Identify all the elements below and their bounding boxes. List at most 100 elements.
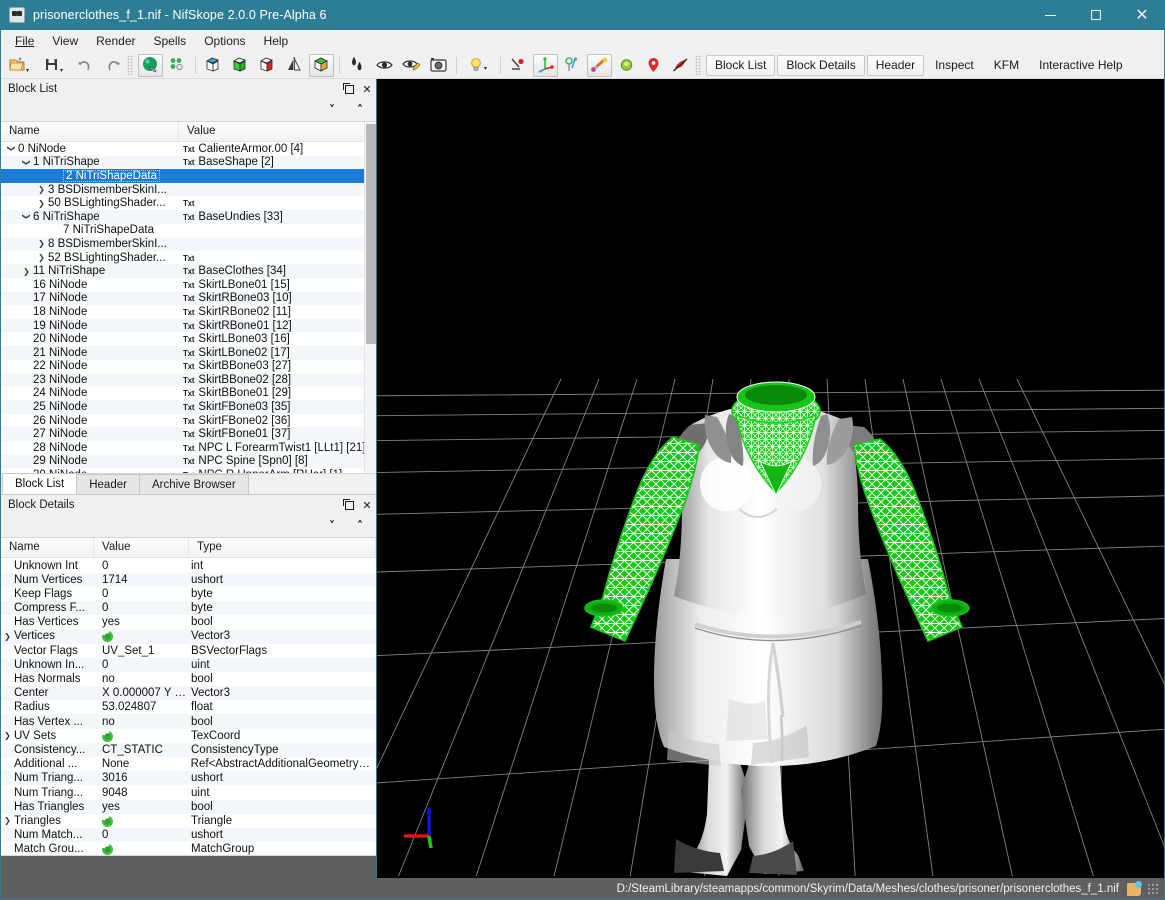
block-list-scrollbar[interactable]: [364, 122, 376, 474]
save-file-icon[interactable]: [38, 54, 71, 77]
block-list-float-button[interactable]: [340, 80, 358, 98]
collapse-all-icon[interactable]: ˄: [352, 102, 368, 118]
block-list-row[interactable]: 21 NiNode Txt SkirtLBone02 [17]: [1, 345, 376, 360]
chevron-right-icon[interactable]: ❯: [35, 199, 48, 208]
hide-furniture-icon[interactable]: [668, 54, 693, 77]
opengl-canvas[interactable]: [377, 79, 1165, 878]
panel-toggle-header[interactable]: Header: [866, 54, 925, 76]
view-side-icon[interactable]: [255, 54, 280, 77]
block-details-row[interactable]: Num Vertices 1714 ushort: [1, 572, 376, 587]
block-details-row[interactable]: Unknown In... 0 uint: [1, 657, 376, 672]
block-list-row[interactable]: ❯ 6 NiTriShape Txt BaseUndies [33]: [1, 209, 376, 224]
panel-toggle-interactive-help[interactable]: Interactive Help: [1030, 55, 1131, 76]
lighting-icon[interactable]: [462, 54, 495, 77]
show-collision-icon[interactable]: [506, 54, 531, 77]
chevron-right-icon[interactable]: ❯: [20, 267, 33, 276]
block-list-row[interactable]: ❯ 1 NiTriShape Txt BaseShape [2]: [1, 155, 376, 170]
panel-toggle-block-list[interactable]: Block List: [706, 54, 776, 76]
block-details-close-button[interactable]: ✕: [358, 496, 376, 514]
block-details-row[interactable]: Additional ... None Ref<AbstractAdditional…: [1, 757, 376, 771]
view-flip-icon[interactable]: [282, 54, 307, 77]
block-list-row[interactable]: ❯ 3 BSDismemberSkinI...: [1, 182, 376, 197]
block-details-row[interactable]: Center X 0.000007 Y 1.5...Vector3: [1, 686, 376, 701]
block-list-row[interactable]: 28 NiNode Txt NPC L ForearmTwist1 [LLt1] […: [1, 441, 376, 455]
block-details-row[interactable]: Num Match... 0 ushort: [1, 827, 376, 843]
refresh-icon[interactable]: [102, 730, 113, 742]
chevron-right-icon[interactable]: ❯: [35, 253, 48, 262]
open-file-icon[interactable]: [3, 54, 36, 77]
menu-file[interactable]: File: [6, 31, 43, 51]
file-loaded-icon[interactable]: [1127, 880, 1142, 896]
block-list-row[interactable]: ❯ 0 NiNode Txt CalienteArmor.00 [4]: [1, 142, 376, 156]
menu-help[interactable]: Help: [255, 31, 298, 51]
show-havok-icon[interactable]: [614, 54, 639, 77]
block-details-row[interactable]: ❯ Triangles Triangle: [1, 814, 376, 828]
resize-grip-icon[interactable]: [1147, 883, 1159, 895]
block-details-row[interactable]: Has Normals no bool: [1, 672, 376, 686]
block-list-tree[interactable]: Name Value ❯ 0 NiNode Txt CalienteArmor.00 …: [0, 121, 376, 475]
block-list-row[interactable]: 27 NiNode Txt SkirtFBone01 [37]: [1, 427, 376, 442]
chevron-right-icon[interactable]: ❯: [35, 185, 48, 194]
block-details-table[interactable]: Name Value Type Unknown Int 0 int Num Verti…: [0, 537, 376, 856]
block-list-row[interactable]: 16 NiNode Txt SkirtLBone01 [15]: [1, 278, 376, 292]
block-list-row[interactable]: 18 NiNode Txt SkirtRBone02 [11]: [1, 305, 376, 319]
block-details-col-value[interactable]: Value: [94, 538, 189, 558]
chevron-down-icon[interactable]: ❯: [22, 156, 31, 168]
block-list-col-value[interactable]: Value: [179, 122, 376, 141]
refresh-icon[interactable]: [102, 631, 113, 643]
block-list-row[interactable]: 7 NiTriShapeData: [1, 224, 376, 238]
block-details-col-type[interactable]: Type: [189, 538, 376, 558]
block-list-row[interactable]: 22 NiNode Txt SkirtBBone03 [27]: [1, 360, 376, 374]
chevron-down-icon[interactable]: ❯: [7, 143, 16, 155]
block-list-rows[interactable]: ❯ 0 NiNode Txt CalienteArmor.00 [4] ❯ 1 NiTri…: [1, 142, 376, 473]
maximize-button[interactable]: [1073, 0, 1119, 30]
show-vertices-icon[interactable]: [165, 54, 190, 77]
toolbar-grip[interactable]: [127, 55, 134, 75]
block-details-row[interactable]: Has Vertices yes bool: [1, 615, 376, 629]
menu-view[interactable]: View: [43, 31, 87, 51]
chevron-right-icon[interactable]: ❯: [1, 816, 14, 825]
collapse-all-icon[interactable]: ˄: [352, 518, 368, 534]
view-user-icon[interactable]: [309, 53, 334, 77]
show-nodes-icon[interactable]: [587, 53, 612, 77]
show-constraints-icon[interactable]: [560, 54, 585, 77]
screenshot-icon[interactable]: [426, 54, 451, 77]
walk-icon[interactable]: [345, 54, 370, 77]
block-details-row[interactable]: ❯ Vertices Vector3: [1, 629, 376, 644]
block-details-row[interactable]: Radius 53.024807 float: [1, 700, 376, 714]
view-front-icon[interactable]: [228, 54, 253, 77]
tab-archive-browser[interactable]: Archive Browser: [138, 474, 249, 495]
refresh-icon[interactable]: [102, 844, 113, 855]
chevron-right-icon[interactable]: ❯: [1, 632, 14, 641]
block-list-row[interactable]: 24 NiNode Txt SkirtBBone01 [29]: [1, 387, 376, 401]
expand-all-icon[interactable]: ˅: [324, 102, 340, 118]
block-details-row[interactable]: Consistency... CT_STATIC ConsistencyType: [1, 742, 376, 758]
panel-toggle-kfm[interactable]: KFM: [985, 55, 1028, 76]
show-faces-icon[interactable]: [138, 53, 163, 77]
block-list-row[interactable]: 26 NiNode Txt SkirtFBone02 [36]: [1, 414, 376, 428]
toolbar-grip-2[interactable]: [695, 55, 702, 75]
block-list-row[interactable]: 29 NiNode Txt NPC Spine [Spn0] [8]: [1, 454, 376, 469]
block-list-row[interactable]: 19 NiNode Txt SkirtRBone01 [12]: [1, 318, 376, 333]
expand-all-icon[interactable]: ˅: [324, 518, 340, 534]
tab-block-list[interactable]: Block List: [2, 473, 78, 495]
block-list-row[interactable]: 17 NiNode Txt SkirtRBone03 [10]: [1, 291, 376, 306]
eye-pencil-icon[interactable]: [399, 54, 424, 77]
minimize-button[interactable]: [1027, 0, 1073, 30]
view-top-icon[interactable]: [201, 54, 226, 77]
block-details-row[interactable]: Keep Flags 0 byte: [1, 587, 376, 601]
block-details-row[interactable]: Num Triang... 3016 ushort: [1, 771, 376, 786]
render-viewport[interactable]: [376, 79, 1165, 878]
block-list-row[interactable]: 23 NiNode Txt SkirtBBone02 [28]: [1, 373, 376, 387]
block-list-scroll-thumb[interactable]: [366, 124, 376, 344]
block-details-col-name[interactable]: Name: [1, 538, 94, 558]
block-details-row[interactable]: Has Vertex ... no bool: [1, 714, 376, 729]
block-details-rows[interactable]: Unknown Int 0 int Num Vertices 1714 ushort Kee…: [1, 558, 376, 855]
refresh-icon[interactable]: [102, 815, 113, 827]
block-list-row[interactable]: 20 NiNode Txt SkirtLBone03 [16]: [1, 332, 376, 346]
block-list-row[interactable]: ❯ 50 BSLightingShader... Txt: [1, 196, 376, 210]
redo-icon[interactable]: [100, 54, 125, 77]
block-list-col-name[interactable]: Name: [1, 122, 179, 141]
chevron-right-icon[interactable]: ❯: [35, 239, 48, 248]
block-details-float-button[interactable]: [340, 496, 358, 514]
